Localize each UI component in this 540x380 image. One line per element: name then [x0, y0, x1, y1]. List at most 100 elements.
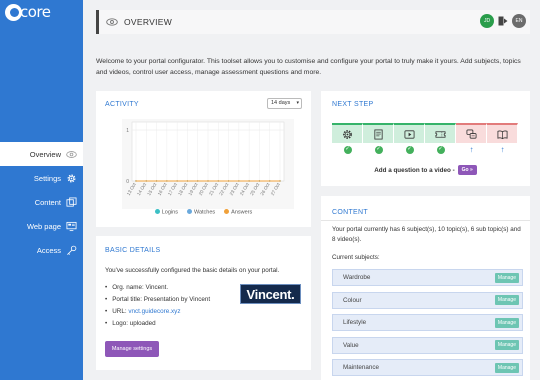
arrow-up-icon: ↑	[469, 145, 474, 154]
welcome-text: Welcome to your portal configurator. Thi…	[96, 58, 521, 76]
manage-button[interactable]: Manage	[494, 317, 519, 328]
manage-button[interactable]: Manage	[494, 272, 519, 283]
data-point	[197, 180, 199, 182]
check-icon: ✓	[436, 146, 445, 154]
sidebar-item-label: Overview	[29, 149, 61, 159]
data-point	[186, 180, 189, 182]
list-item[interactable]: Colour Manage	[332, 291, 523, 309]
data-point	[227, 180, 230, 182]
ticket-icon	[435, 130, 445, 138]
list-item[interactable]: Lifestyle Manage	[332, 314, 523, 331]
page-header: OVERVIEW JD EN	[96, 10, 530, 34]
subject-name: Lifestyle	[343, 319, 367, 326]
next-step-prompt: Add a question to a video -	[374, 166, 455, 174]
org-name: Org. name: Vincent.	[105, 282, 210, 294]
core-logo[interactable]: core	[5, 3, 51, 21]
url-label: URL:	[112, 308, 129, 315]
data-point	[207, 180, 209, 182]
subject-name: Wardrobe	[343, 274, 371, 281]
data-point	[155, 180, 158, 182]
basic-details-panel: BASIC DETAILS You've successfully config…	[96, 236, 311, 370]
step-publish[interactable]	[487, 123, 518, 143]
sidebar-item-label: Web page	[26, 221, 61, 231]
content-panel: CONTENT Your portal currently has 6 subj…	[321, 196, 530, 380]
portal-url-link[interactable]: vnct.guidecore.xyz	[128, 308, 180, 315]
legend-swatch	[224, 209, 230, 214]
content-summary: Your portal currently has 6 subject(s), …	[332, 226, 521, 243]
key-icon	[66, 245, 77, 256]
legend-item[interactable]: Logins	[154, 209, 178, 216]
sidebar-item-label: Settings	[33, 173, 61, 183]
step-questions[interactable]	[456, 123, 487, 143]
basic-details-title: BASIC DETAILS	[105, 247, 161, 254]
data-point	[217, 180, 219, 182]
check-icon: ✓	[405, 146, 414, 154]
step-access[interactable]	[425, 123, 456, 143]
subject-name: Value	[343, 341, 359, 349]
list-item[interactable]: Wardrobe Manage	[332, 269, 523, 286]
sidebar-item-settings[interactable]: Settings	[0, 166, 83, 190]
sidebar-item-overview[interactable]: Overview	[0, 142, 83, 166]
data-point	[135, 180, 137, 182]
data-point	[238, 180, 240, 182]
y-tick-label: 0	[126, 179, 129, 185]
manage-button[interactable]: Manage	[494, 295, 519, 305]
logout-icon[interactable]	[498, 16, 508, 26]
sidebar-item-webpage[interactable]: Web page	[0, 214, 83, 238]
chat-icon	[466, 129, 476, 139]
logo-icon	[5, 3, 22, 21]
logo-status: Logo: uploaded	[105, 318, 210, 330]
list-item[interactable]: Value Manage	[332, 336, 523, 354]
activity-panel: ACTIVITY 14 days 0113 Oct14 Oct15 Oct16 …	[96, 91, 311, 227]
data-point	[166, 180, 168, 182]
manage-settings-button[interactable]: Manage settings	[105, 341, 159, 357]
sidebar-item-access[interactable]: Access	[0, 238, 83, 262]
legend-swatch	[154, 209, 160, 214]
eye-icon	[106, 18, 118, 26]
portal-title: Portal title: Presentation by Vincent	[105, 294, 210, 306]
user-avatar[interactable]: JD	[480, 14, 494, 28]
gear-icon	[342, 129, 352, 139]
sidebar-item-content[interactable]: Content	[0, 190, 83, 214]
step-subjects[interactable]	[363, 123, 394, 143]
data-point	[145, 180, 147, 182]
play-icon	[404, 129, 414, 139]
sidebar-nav: Overview Settings Content Web page Acces…	[0, 142, 83, 262]
header-actions: JD EN	[480, 14, 526, 28]
basic-details-list: Org. name: Vincent. Portal title: Presen…	[105, 282, 210, 330]
eye-icon	[66, 149, 77, 160]
sidebar: core Overview Settings Content Web page	[0, 0, 83, 380]
check-icon: ✓	[374, 146, 383, 154]
sidebar-item-label: Content	[34, 197, 61, 207]
sidebar-item-label: Access	[36, 245, 61, 255]
chart-legend: Logins Watches Answers	[96, 209, 311, 216]
subject-name: Colour	[343, 296, 362, 304]
step-videos[interactable]	[394, 123, 425, 143]
legend-label: Watches	[193, 209, 216, 216]
portal-logo: Vincent.	[240, 284, 301, 304]
panel-divider	[321, 220, 530, 221]
language-avatar[interactable]: EN	[512, 14, 526, 28]
legend-item[interactable]: Watches	[186, 209, 216, 216]
go-button[interactable]: Go »	[457, 165, 477, 175]
step-settings[interactable]	[332, 123, 363, 143]
list-item[interactable]: Maintenance Manage	[332, 359, 523, 376]
manage-button[interactable]: Manage	[494, 340, 519, 350]
step-status-row: ✓ ✓ ✓ ✓ ↑ ↑	[332, 145, 518, 155]
basic-details-intro: You've successfully configured the basic…	[105, 267, 280, 274]
layers-icon	[66, 197, 77, 208]
monitor-icon	[66, 221, 77, 232]
gear-icon	[66, 173, 77, 184]
y-tick-label: 1	[126, 128, 129, 134]
page-title: OVERVIEW	[124, 17, 173, 27]
activity-chart: 0113 Oct 14 Oct 15 Oct 16 Oct 17 Oct 18 Oct 19…	[122, 119, 294, 209]
next-step-panel: NEXT STEP ✓ ✓ ✓ ✓ ↑ ↑ Add a question to …	[321, 91, 530, 186]
manage-button[interactable]: Manage	[494, 362, 519, 373]
legend-swatch	[186, 209, 192, 214]
data-point	[258, 180, 261, 182]
next-step-cta: Add a question to a video - Go »	[321, 165, 530, 175]
legend-item[interactable]: Answers	[224, 209, 252, 216]
data-point	[248, 180, 250, 182]
subjects-list: Wardrobe Manage Colour Manage Lifestyle …	[332, 269, 523, 380]
content-title: CONTENT	[332, 209, 368, 216]
